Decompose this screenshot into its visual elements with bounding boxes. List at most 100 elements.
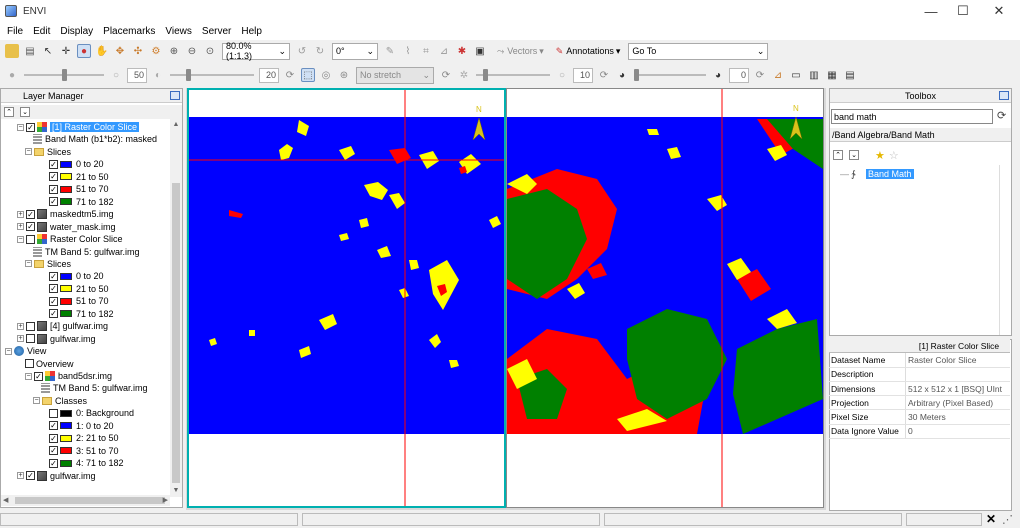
layer-tree-item[interactable]: ✓ 2: 21 to 50 — [49, 432, 119, 444]
layer-tree-item[interactable]: ✓ 0 to 20 — [49, 270, 104, 282]
collapse-icon[interactable]: − — [25, 148, 32, 156]
view-left[interactable]: N — [187, 88, 506, 508]
stretch-combo[interactable]: No stretch ⌄ — [356, 66, 434, 84]
slider-thumb[interactable] — [186, 69, 191, 81]
layer-tree-item[interactable]: TM Band 5: gulfwar.img — [33, 246, 140, 258]
layer-checkbox[interactable]: ✓ — [49, 309, 58, 319]
layer-checkbox[interactable]: ✓ — [49, 433, 58, 443]
layer-tree-item[interactable]: TM Band 5: gulfwar.img — [41, 382, 148, 394]
refresh-icon[interactable]: ⟳ — [283, 68, 297, 82]
toolbox-result-item[interactable]: — ∱ Band Math — [840, 169, 914, 179]
layer-checkbox[interactable] — [49, 408, 58, 418]
vectors-menu[interactable]: ⤳ Vectors ▾ — [497, 46, 544, 57]
roi-tool-icon[interactable]: ✱ — [455, 44, 469, 58]
layer-tree-item[interactable]: + ✓ maskedtm5.img — [17, 208, 114, 220]
transparency-reset-icon[interactable]: ◕ — [711, 68, 725, 82]
collapse-icon[interactable]: − — [5, 347, 12, 355]
annotation-edit-icon[interactable]: ⊿ — [437, 44, 451, 58]
collapse-icon[interactable]: − — [17, 235, 24, 243]
layer-tree-item[interactable]: ✓ 21 to 50 — [49, 283, 109, 295]
layer-tree-item[interactable]: ✓ 4: 71 to 182 — [49, 457, 124, 469]
layer-checkbox[interactable]: ✓ — [26, 222, 35, 232]
maximize-button[interactable]: ☐ — [946, 0, 980, 22]
menu-edit[interactable]: Edit — [28, 26, 55, 37]
layer-checkbox[interactable]: ✓ — [26, 471, 35, 481]
layer-tree-item[interactable]: − Classes — [33, 395, 87, 407]
resize-grip-icon[interactable]: ⋰ — [1002, 513, 1013, 526]
open-folder-icon[interactable] — [5, 44, 19, 58]
menu-placemarks[interactable]: Placemarks — [98, 26, 160, 37]
layer-checkbox[interactable] — [26, 321, 35, 331]
layer-tree-item[interactable]: − Raster Color Slice — [17, 233, 123, 245]
two-views-icon[interactable]: ▥ — [807, 68, 821, 82]
layer-checkbox[interactable]: ✓ — [49, 271, 58, 281]
layer-checkbox[interactable]: ✓ — [49, 446, 58, 456]
layer-tree-item[interactable]: + ✓ water_mask.img — [17, 221, 116, 233]
stretch-tool-icon[interactable]: ⬚ — [301, 68, 315, 82]
histogram-icon[interactable]: ◎ — [319, 68, 333, 82]
menu-server[interactable]: Server — [197, 26, 236, 37]
layer-checkbox[interactable] — [25, 359, 34, 369]
layer-tree-hscroll[interactable]: ◀ ▶ — [1, 495, 170, 506]
layer-tree-item[interactable]: + ✓ gulfwar.img — [17, 470, 96, 482]
menu-file[interactable]: File — [2, 26, 28, 37]
layer-tree-item[interactable]: − Slices — [25, 146, 71, 158]
collapse-icon[interactable]: − — [33, 397, 40, 405]
link-views-icon[interactable]: ▤ — [843, 68, 857, 82]
expand-down-icon[interactable]: ⌄ — [20, 107, 30, 117]
view-right-canvas[interactable]: N — [507, 89, 823, 507]
close-button[interactable]: ✕ — [982, 0, 1016, 22]
layer-checkbox[interactable]: ✓ — [34, 371, 43, 381]
rotate-icon[interactable]: ✣ — [131, 44, 145, 58]
layer-tree-item[interactable]: Band Math (b1*b2): masked — [33, 133, 157, 145]
pin-icon[interactable] — [999, 91, 1009, 100]
unfavorite-star-icon[interactable]: ☆ — [889, 149, 899, 162]
layer-checkbox[interactable]: ✓ — [49, 159, 58, 169]
menu-views[interactable]: Views — [160, 26, 197, 37]
zoom-combo[interactable]: 80.0% (1:1.3) ⌄ — [222, 41, 290, 61]
collapse-icon[interactable]: − — [25, 260, 32, 268]
collapse-up-icon[interactable]: ⌃ — [4, 107, 14, 117]
layer-tree-vscroll[interactable]: ▲ ▼ — [170, 119, 182, 497]
stretch-types-icon[interactable]: ⊛ — [337, 68, 351, 82]
layer-checkbox[interactable]: ✓ — [26, 122, 35, 132]
property-value[interactable]: Raster Color Slice — [906, 353, 1010, 366]
rotation-combo[interactable]: 0° ⌄ — [332, 42, 378, 60]
sharpen-refresh-icon[interactable]: ⟳ — [597, 68, 611, 82]
zoom-region-icon[interactable]: ⚙ — [149, 44, 163, 58]
scroll-right-icon[interactable]: ▶ — [163, 496, 168, 504]
layer-checkbox[interactable]: ✓ — [49, 184, 58, 194]
expand-icon[interactable]: + — [17, 472, 24, 480]
layer-checkbox[interactable]: ✓ — [49, 172, 58, 182]
pin-icon[interactable] — [170, 91, 180, 100]
property-value[interactable]: 0 — [906, 425, 1010, 438]
annotations-menu[interactable]: ✎ Annotations ▾ — [556, 46, 621, 57]
slider-thumb[interactable] — [62, 69, 67, 81]
search-refresh-icon[interactable]: ⟳ — [997, 109, 1006, 122]
layer-tree-item[interactable]: ✓ 51 to 70 — [49, 295, 109, 307]
transparency-refresh-icon[interactable]: ⟳ — [753, 68, 767, 82]
layer-tree-item[interactable]: ✓ 3: 51 to 70 — [49, 445, 119, 457]
toolbox-vscroll[interactable] — [999, 165, 1011, 335]
stretch-refresh-icon[interactable]: ⟳ — [439, 68, 453, 82]
layer-tree-item[interactable]: − Slices — [25, 258, 71, 270]
sharpen-slider[interactable] — [476, 68, 550, 82]
layer-tree-item[interactable]: ✓ 21 to 50 — [49, 171, 109, 183]
layer-tree-item[interactable]: + [4] gulfwar.img — [17, 320, 108, 332]
expand-icon[interactable]: + — [17, 335, 24, 343]
sharpen-value[interactable]: 10 — [573, 67, 593, 83]
sharpen-reset-icon[interactable]: ○ — [555, 68, 569, 82]
profile-icon[interactable]: ⊿ — [771, 68, 785, 82]
transparency-slider[interactable] — [634, 68, 706, 82]
contrast-slider[interactable] — [170, 68, 254, 82]
transparency-value[interactable]: 0 — [729, 67, 749, 83]
favorite-star-icon[interactable]: ★ — [875, 149, 885, 162]
layer-checkbox[interactable]: ✓ — [49, 284, 58, 294]
layer-checkbox[interactable]: ✓ — [49, 458, 58, 468]
status-close-icon[interactable]: ✕ — [986, 512, 996, 526]
scroll-left-icon[interactable]: ◀ — [3, 496, 8, 504]
four-views-icon[interactable]: ▦ — [825, 68, 839, 82]
brightness-reset-icon[interactable]: ○ — [109, 68, 123, 82]
vector-edit-icon[interactable]: ✎ — [383, 44, 397, 58]
goto-combo[interactable]: Go To ⌄ — [628, 42, 769, 60]
